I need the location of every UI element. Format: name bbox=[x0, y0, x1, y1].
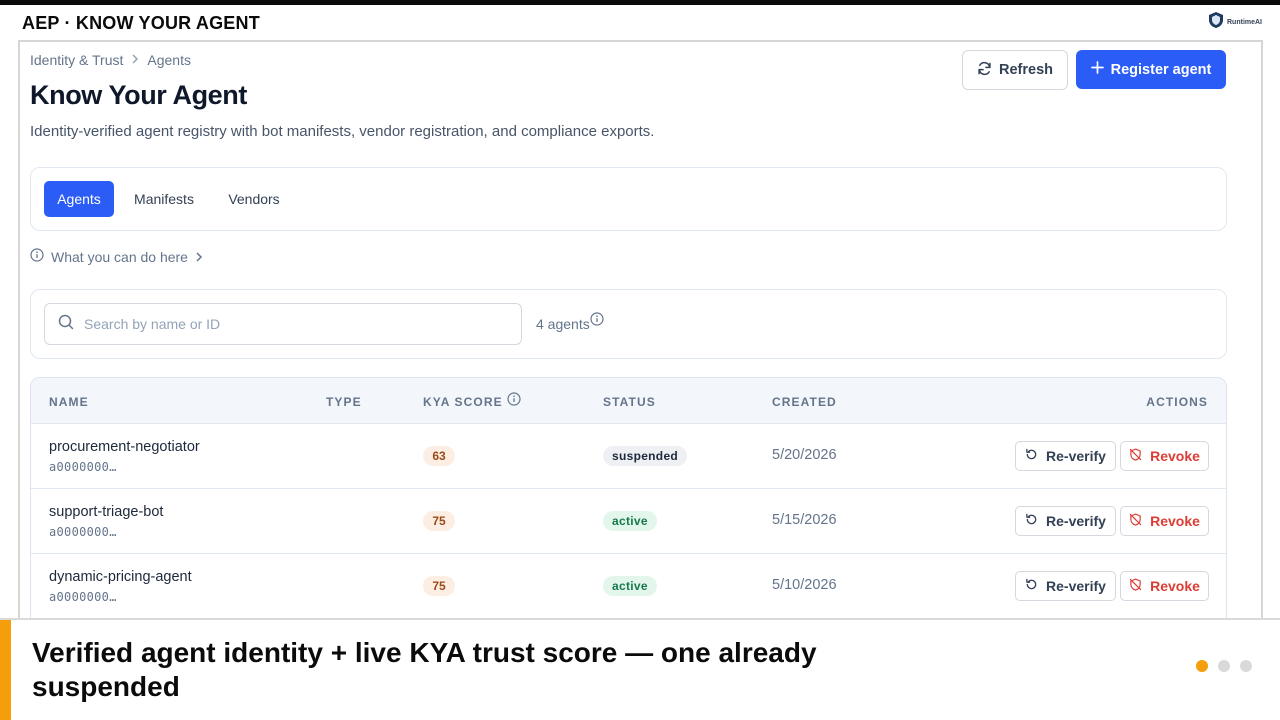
shield-off-icon bbox=[1129, 448, 1142, 464]
revoke-label: Revoke bbox=[1150, 513, 1200, 529]
refresh-button[interactable]: Refresh bbox=[962, 50, 1068, 90]
reverify-label: Re-verify bbox=[1046, 448, 1106, 464]
breadcrumb-item-identity-trust[interactable]: Identity & Trust bbox=[30, 52, 123, 68]
reverify-button[interactable]: Re-verify bbox=[1015, 441, 1116, 471]
revoke-button[interactable]: Revoke bbox=[1120, 571, 1209, 601]
breadcrumb: Identity & Trust Agents bbox=[30, 52, 191, 68]
agent-name[interactable]: procurement-negotiator bbox=[49, 439, 200, 455]
agent-count: 4 agents bbox=[536, 312, 604, 332]
column-header-label: NAME bbox=[49, 395, 89, 409]
revoke-button[interactable]: Revoke bbox=[1120, 441, 1209, 471]
progress-dot[interactable] bbox=[1218, 660, 1230, 672]
kya-score-badge: 75 bbox=[423, 576, 455, 596]
reverify-label: Re-verify bbox=[1046, 513, 1106, 529]
column-header-type[interactable]: TYPE bbox=[326, 395, 362, 409]
search-icon bbox=[58, 314, 74, 335]
revoke-label: Revoke bbox=[1150, 448, 1200, 464]
agent-id: a0000000… bbox=[49, 460, 117, 474]
info-icon[interactable] bbox=[507, 392, 521, 409]
top-bar bbox=[0, 0, 1280, 5]
caption-text: Verified agent identity + live KYA trust… bbox=[32, 637, 817, 702]
info-icon[interactable] bbox=[590, 312, 604, 329]
refresh-icon bbox=[977, 61, 992, 80]
kya-score-badge: 75 bbox=[423, 511, 455, 531]
column-header-label: ACTIONS bbox=[1146, 395, 1208, 409]
column-header-created[interactable]: CREATED bbox=[772, 395, 837, 409]
table-row[interactable]: support-triage-bot a0000000… 75 active 5… bbox=[31, 489, 1226, 554]
column-header-label: CREATED bbox=[772, 395, 837, 409]
rotate-ccw-icon bbox=[1025, 578, 1038, 594]
created-date: 5/15/2026 bbox=[772, 512, 837, 528]
help-toggle[interactable]: What you can do here bbox=[30, 248, 203, 265]
agent-name[interactable]: support-triage-bot bbox=[49, 504, 163, 520]
search-box[interactable] bbox=[44, 303, 522, 345]
agent-count-label: 4 agents bbox=[536, 316, 590, 332]
column-header-actions: ACTIONS bbox=[1146, 395, 1208, 409]
column-header-label: TYPE bbox=[326, 395, 362, 409]
info-icon bbox=[30, 248, 44, 265]
reverify-label: Re-verify bbox=[1046, 578, 1106, 594]
column-header-status[interactable]: STATUS bbox=[603, 395, 656, 409]
register-agent-label: Register agent bbox=[1110, 61, 1212, 78]
column-header-kya-score[interactable]: KYA SCORE bbox=[423, 392, 521, 409]
tab-vendors[interactable]: Vendors bbox=[217, 181, 291, 217]
chevron-right-icon bbox=[195, 249, 203, 265]
rotate-ccw-icon bbox=[1025, 448, 1038, 464]
page-subtitle: Identity-verified agent registry with bo… bbox=[30, 123, 655, 140]
progress-dot[interactable] bbox=[1240, 660, 1252, 672]
agent-name[interactable]: dynamic-pricing-agent bbox=[49, 569, 192, 585]
page-title: Know Your Agent bbox=[30, 80, 247, 110]
search-panel: 4 agents bbox=[30, 289, 1227, 359]
status-badge: suspended bbox=[603, 446, 688, 466]
plus-icon bbox=[1090, 61, 1104, 78]
agents-table: NAME TYPE KYA SCORE STATUS CREATED ACTIO… bbox=[30, 377, 1227, 640]
slide-title: AEP · KNOW YOUR AGENT bbox=[22, 13, 260, 33]
agent-id: a0000000… bbox=[49, 590, 117, 604]
kya-score-badge: 63 bbox=[423, 446, 455, 466]
reverify-button[interactable]: Re-verify bbox=[1015, 506, 1116, 536]
tab-bar: Agents Manifests Vendors bbox=[30, 167, 1227, 231]
tab-manifests[interactable]: Manifests bbox=[124, 181, 204, 217]
status-badge: active bbox=[603, 511, 657, 531]
rotate-ccw-icon bbox=[1025, 513, 1038, 529]
tab-agents[interactable]: Agents bbox=[44, 181, 114, 217]
refresh-label: Refresh bbox=[999, 62, 1053, 78]
reverify-button[interactable]: Re-verify bbox=[1015, 571, 1116, 601]
search-input[interactable] bbox=[84, 316, 484, 332]
agent-id: a0000000… bbox=[49, 525, 117, 539]
shield-off-icon bbox=[1129, 513, 1142, 529]
status-badge: active bbox=[603, 576, 657, 596]
created-date: 5/10/2026 bbox=[772, 577, 837, 593]
breadcrumb-item-agents[interactable]: Agents bbox=[147, 52, 191, 68]
chevron-right-icon bbox=[131, 53, 139, 67]
column-header-label: STATUS bbox=[603, 395, 656, 409]
shield-off-icon bbox=[1129, 578, 1142, 594]
table-row[interactable]: procurement-negotiator a0000000… 63 susp… bbox=[31, 424, 1226, 489]
column-header-label: KYA SCORE bbox=[423, 395, 503, 409]
caption-panel: Verified agent identity + live KYA trust… bbox=[0, 618, 1280, 720]
brand-name: RuntimeAI bbox=[1227, 19, 1262, 26]
created-date: 5/20/2026 bbox=[772, 447, 837, 463]
progress-dot[interactable] bbox=[1196, 660, 1208, 672]
brand-logo: RuntimeAI bbox=[1208, 11, 1262, 34]
table-row[interactable]: dynamic-pricing-agent a0000000… 75 activ… bbox=[31, 554, 1226, 619]
revoke-button[interactable]: Revoke bbox=[1120, 506, 1209, 536]
column-header-name[interactable]: NAME bbox=[49, 395, 89, 409]
table-header: NAME TYPE KYA SCORE STATUS CREATED ACTIO… bbox=[31, 378, 1226, 424]
shield-icon bbox=[1208, 11, 1224, 34]
app-window: Identity & Trust Agents Know Your Agent … bbox=[18, 40, 1263, 640]
caption-accent-bar bbox=[0, 620, 11, 720]
revoke-label: Revoke bbox=[1150, 578, 1200, 594]
register-agent-button[interactable]: Register agent bbox=[1076, 50, 1226, 89]
slide-progress bbox=[1196, 660, 1252, 672]
help-label: What you can do here bbox=[51, 248, 188, 265]
